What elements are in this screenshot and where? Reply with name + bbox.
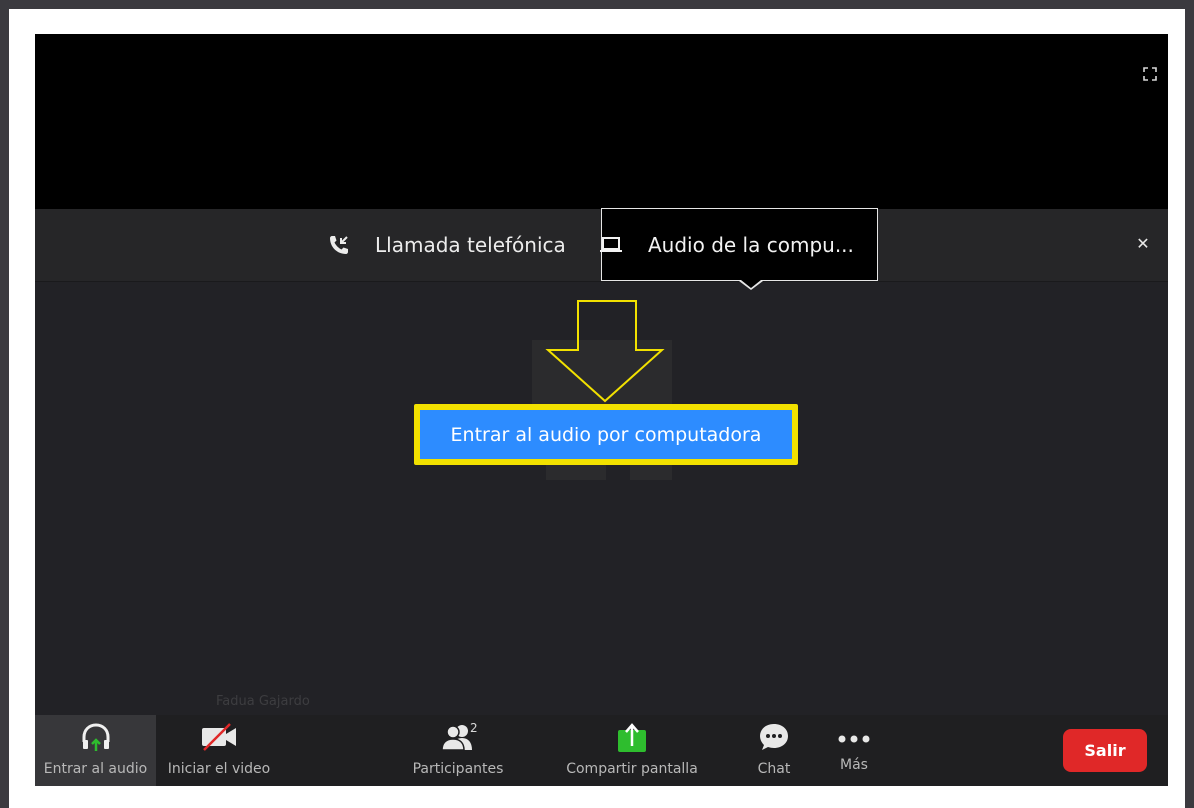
phone-call-icon <box>325 231 353 259</box>
chat-button[interactable]: Chat <box>748 715 800 786</box>
more-label: Más <box>840 757 868 773</box>
participants-count: 2 <box>470 721 478 735</box>
audio-options-bar: Llamada telefónica Audio de la compu... … <box>35 208 1168 282</box>
share-screen-label: Compartir pantalla <box>566 761 698 777</box>
fullscreen-icon[interactable] <box>1142 66 1158 82</box>
tab-computer-audio[interactable]: Audio de la compu... <box>598 208 878 281</box>
leave-meeting-button[interactable]: Salir <box>1063 729 1147 772</box>
meeting-toolbar: Entrar al audio Iniciar el video 2 Parti… <box>35 715 1168 786</box>
start-video-label: Iniciar el video <box>167 761 271 777</box>
tab-phone-call-label: Llamada telefónica <box>375 233 566 257</box>
start-video-button[interactable]: Iniciar el video <box>159 715 279 786</box>
arrow-down-icon <box>545 300 665 403</box>
close-icon[interactable]: ✕ <box>1134 235 1152 253</box>
tab-computer-audio-label: Audio de la compu... <box>648 232 854 257</box>
more-icon <box>836 715 872 755</box>
chat-icon <box>757 715 791 759</box>
tab-pointer-fill <box>741 280 761 288</box>
video-area <box>35 34 1168 209</box>
tab-phone-call[interactable]: Llamada telefónica <box>325 209 566 281</box>
share-screen-button[interactable]: Compartir pantalla <box>555 715 709 786</box>
participants-label: Participantes <box>412 761 504 777</box>
join-computer-audio-button[interactable]: Entrar al audio por computadora <box>420 410 792 459</box>
monitor-icon <box>598 232 624 258</box>
share-screen-icon <box>615 715 649 759</box>
video-off-icon <box>198 715 240 759</box>
chat-label: Chat <box>757 761 791 777</box>
meeting-window: Llamada telefónica Audio de la compu... … <box>35 34 1168 786</box>
participant-name: Fadua Gajardo <box>216 694 310 709</box>
join-audio-button[interactable]: Entrar al audio <box>35 715 156 786</box>
join-audio-label: Entrar al audio <box>43 761 148 777</box>
participants-button[interactable]: 2 Participantes <box>396 715 520 786</box>
headphones-icon <box>79 715 113 759</box>
more-button[interactable]: Más <box>828 715 880 786</box>
